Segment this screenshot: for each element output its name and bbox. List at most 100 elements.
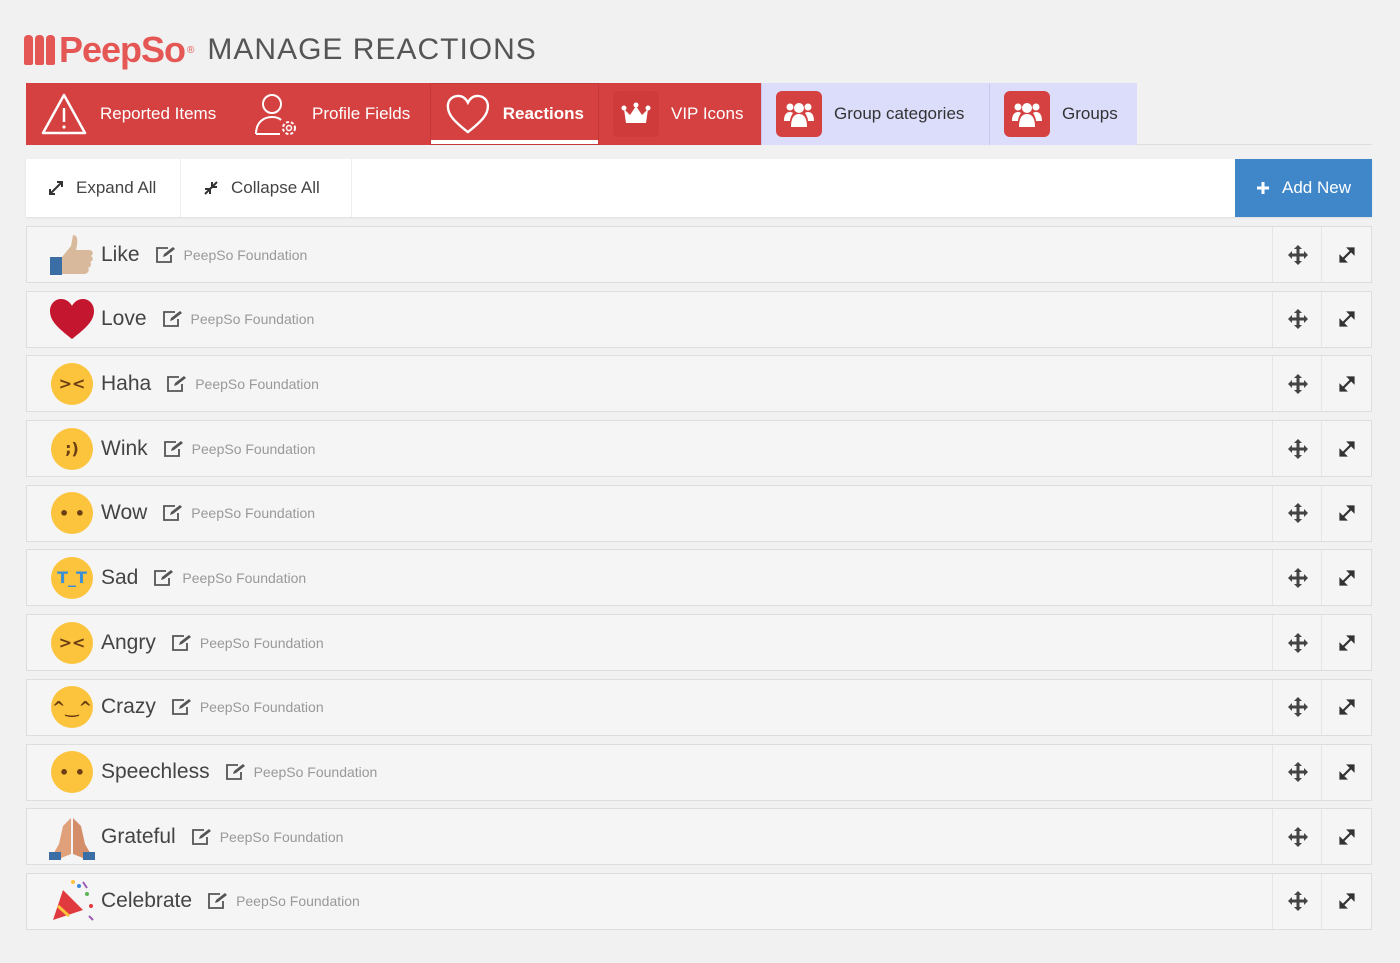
expand-icon (1338, 440, 1355, 457)
peepso-logo: PeepSo ® (24, 29, 194, 71)
move-icon (1287, 826, 1308, 847)
edit-icon[interactable] (171, 698, 193, 716)
move-handle[interactable] (1272, 809, 1322, 865)
reaction-author: PeepSo Foundation (219, 828, 344, 845)
tab-label: Group categories (834, 104, 965, 123)
move-handle[interactable] (1272, 421, 1322, 477)
heart-outline-icon (446, 94, 490, 134)
reaction-row-speechless: • • Speechless PeepSo Foundation (26, 743, 1372, 801)
add-new-label: Add New (1282, 178, 1351, 197)
edit-icon[interactable] (153, 569, 175, 587)
reaction-author: PeepSo Foundation (236, 893, 360, 910)
expand-icon (1338, 311, 1355, 327)
reaction-author: PeepSo Foundation (191, 440, 316, 457)
winking-face-icon: ;) (49, 426, 95, 472)
move-handle[interactable] (1272, 550, 1322, 606)
move-icon (1287, 891, 1308, 912)
expand-row-button[interactable] (1321, 744, 1371, 800)
reaction-author: PeepSo Foundation (199, 699, 324, 716)
edit-icon[interactable] (207, 892, 229, 910)
expand-row-button[interactable] (1321, 873, 1371, 929)
move-icon (1287, 567, 1308, 588)
move-handle[interactable] (1272, 873, 1322, 929)
reaction-row-sad: T_T Sad PeepSo Foundation (26, 549, 1372, 607)
reaction-author: PeepSo Foundation (191, 505, 316, 522)
move-handle[interactable] (1272, 227, 1322, 282)
tab-group-categories[interactable]: Group categories (761, 83, 989, 145)
reaction-row-grateful: Grateful PeepSo Foundation (26, 808, 1372, 866)
edit-icon[interactable] (225, 763, 247, 781)
add-new-button[interactable]: Add New (1235, 159, 1372, 217)
reaction-name: Wink (101, 436, 148, 460)
move-handle[interactable] (1272, 744, 1322, 800)
move-handle[interactable] (1272, 679, 1322, 735)
reaction-row-celebrate: Celebrate PeepSo Foundation (26, 872, 1372, 930)
crying-face-icon: T_T (49, 555, 95, 601)
expand-row-button[interactable] (1321, 356, 1371, 412)
expand-icon (1338, 893, 1355, 909)
edit-icon[interactable] (155, 246, 177, 264)
reaction-name: Wow (101, 501, 148, 525)
move-icon (1287, 438, 1308, 459)
expand-row-button[interactable] (1321, 485, 1371, 541)
move-handle[interactable] (1272, 291, 1322, 347)
reaction-row-wow: • • Wow PeepSo Foundation (26, 484, 1372, 542)
expand-row-button[interactable] (1321, 550, 1371, 606)
edit-icon[interactable] (163, 440, 185, 458)
toolbar: Expand All Collapse All Add New (26, 159, 1372, 217)
reaction-name: Love (101, 307, 147, 331)
edit-icon[interactable] (171, 634, 193, 652)
tab-vip-icons[interactable]: VIP Icons (599, 83, 761, 145)
reaction-author: PeepSo Foundation (195, 375, 319, 392)
move-handle[interactable] (1272, 356, 1322, 412)
expand-icon (1338, 505, 1355, 521)
expand-row-button[interactable] (1321, 291, 1371, 347)
expand-all-button[interactable]: Expand All (26, 159, 181, 217)
expand-icon (1338, 635, 1355, 651)
reaction-author: PeepSo Foundation (182, 569, 307, 586)
expand-row-button[interactable] (1321, 809, 1371, 865)
expand-row-button[interactable] (1321, 679, 1371, 735)
move-icon (1287, 244, 1308, 265)
expand-all-label: Expand All (76, 178, 157, 197)
angry-face-icon: >< (49, 620, 95, 666)
move-handle[interactable] (1272, 615, 1322, 671)
user-gear-icon (255, 94, 296, 135)
expand-row-button[interactable] (1321, 227, 1371, 282)
admin-tabs: Reported Items Profile Fields Reactions … (26, 83, 1372, 145)
reaction-name: Sad (101, 565, 139, 589)
laughing-face-icon: >< (49, 361, 95, 407)
edit-icon[interactable] (191, 828, 213, 846)
tab-reported-items[interactable]: Reported Items (26, 83, 240, 145)
collapse-all-button[interactable]: Collapse All (181, 159, 352, 217)
warning-icon (41, 93, 87, 135)
expand-icon (1338, 246, 1355, 263)
reaction-name: Haha (101, 371, 152, 395)
edit-icon[interactable] (162, 504, 184, 522)
page-title: MANAGE REACTIONS (207, 33, 537, 66)
reaction-row-angry: >< Angry PeepSo Foundation (26, 614, 1372, 672)
group-icon (1004, 91, 1050, 137)
move-handle[interactable] (1272, 485, 1322, 541)
reaction-name: Angry (101, 630, 156, 654)
praying-hands-icon (49, 814, 95, 860)
expand-row-button[interactable] (1321, 421, 1371, 477)
collapse-all-label: Collapse All (231, 178, 320, 197)
expand-icon (1338, 829, 1355, 845)
collapse-icon (204, 181, 218, 195)
crown-icon (613, 91, 659, 137)
reaction-name: Crazy (101, 695, 156, 719)
heart-icon (49, 296, 95, 342)
edit-icon[interactable] (166, 375, 188, 393)
tab-groups[interactable]: Groups (989, 83, 1137, 145)
logo-text: PeepSo (59, 29, 186, 70)
tab-label: Groups (1062, 104, 1118, 123)
move-icon (1287, 503, 1308, 524)
tab-label: VIP Icons (671, 104, 744, 123)
expand-icon (1338, 699, 1355, 715)
edit-icon[interactable] (162, 310, 184, 328)
tab-reactions[interactable]: Reactions (430, 83, 599, 145)
expand-row-button[interactable] (1321, 615, 1371, 671)
tab-profile-fields[interactable]: Profile Fields (240, 83, 430, 145)
surprised-face-icon: • • (49, 490, 95, 536)
